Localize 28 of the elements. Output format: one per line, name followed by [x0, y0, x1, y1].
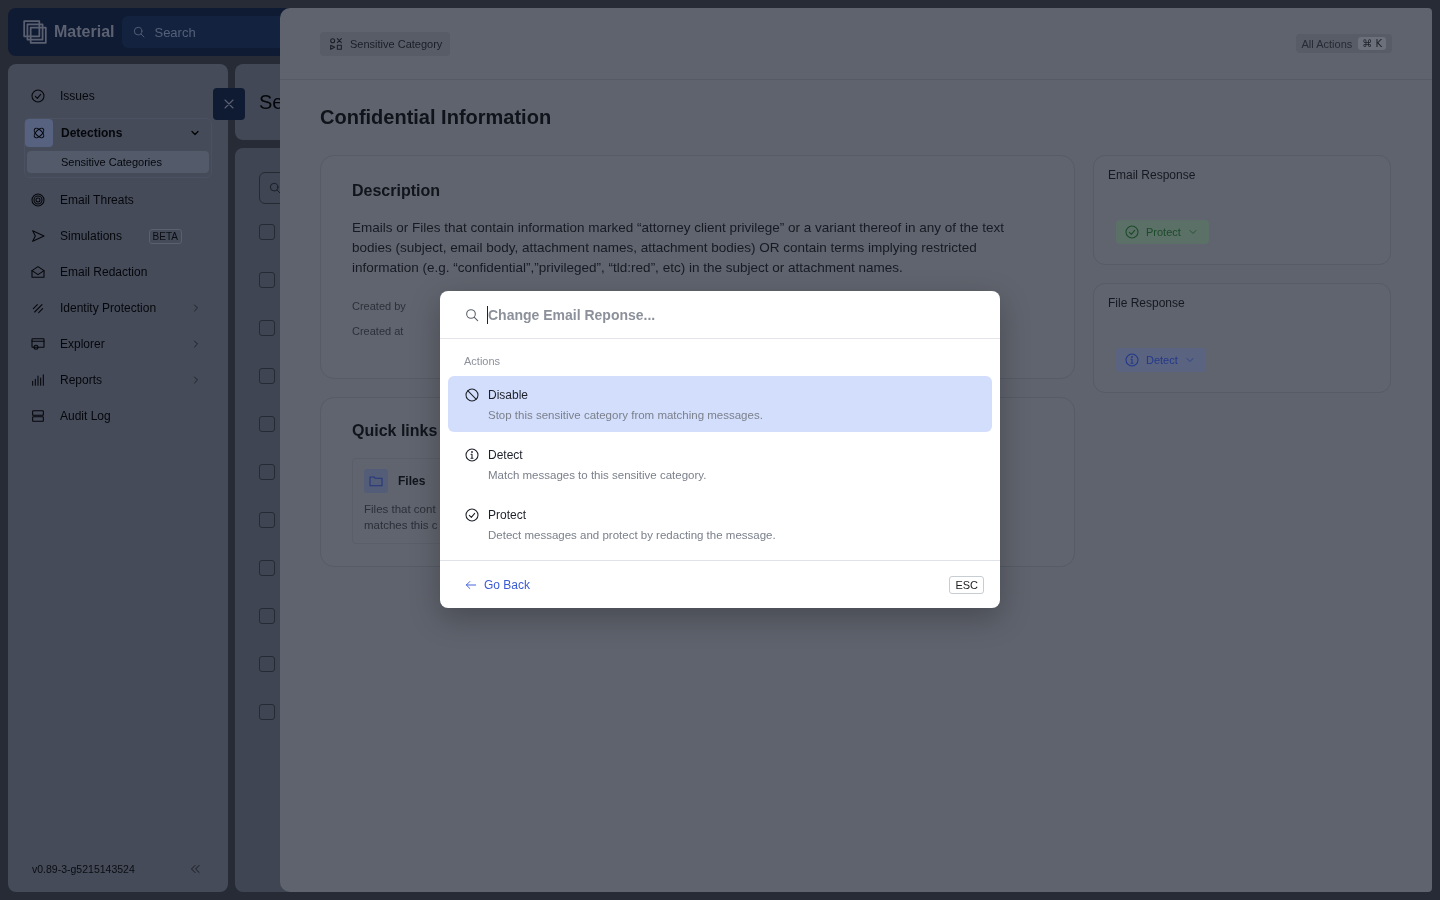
- sidebar-item-label: Audit Log: [60, 409, 112, 423]
- option-title: Protect: [488, 508, 526, 522]
- beta-badge: BETA: [148, 228, 182, 244]
- sidebar-item-label: Reports: [60, 373, 104, 387]
- option-description: Match messages to this sensitive category.: [487, 469, 708, 481]
- sidebar-item-label: Explorer: [60, 337, 106, 351]
- option-title: Disable: [488, 388, 529, 402]
- logo-text: Material: [54, 23, 115, 41]
- escape-key: ESC: [949, 575, 984, 594]
- shortcut-key: ⌘ K: [1358, 37, 1386, 50]
- version-text: v0.89-3-g5215143524: [32, 863, 135, 875]
- option-title: Detect: [488, 448, 523, 462]
- sidebar-item-label: Issues: [60, 89, 96, 103]
- option-description: Stop this sensitive category from matching messages.: [487, 409, 764, 421]
- card-heading: Email Response: [1108, 168, 1197, 182]
- sidebar-item-label: Detections: [61, 126, 124, 140]
- quick-link-title: Files: [398, 474, 426, 488]
- sidebar-item-label: Email Redaction: [60, 265, 149, 279]
- sidebar-item-label: Email Threats: [60, 193, 135, 207]
- option-description: Detect messages and protect by redacting the message.: [487, 529, 777, 541]
- card-heading: Description: [352, 182, 441, 200]
- card-heading: File Response: [1108, 296, 1186, 310]
- sidebar-item-label: Simulations: [60, 229, 124, 243]
- sidebar-item-label: Identity Protection: [60, 301, 158, 315]
- page-title: Confidential Information: [320, 106, 553, 129]
- description-text: Emails or Files that contain information marked “attorney client privilege” or a variant thereof in any of the text bodies (subject, email body, attachment names, attachment bodies) OR contain terms implying restricted information (e.g. “confidential”,”privileged”, “tld:red”, etc) in the subject or attachment names.: [352, 219, 1006, 277]
- card-heading: Quick links: [352, 422, 439, 440]
- section-label: Actions: [463, 354, 502, 369]
